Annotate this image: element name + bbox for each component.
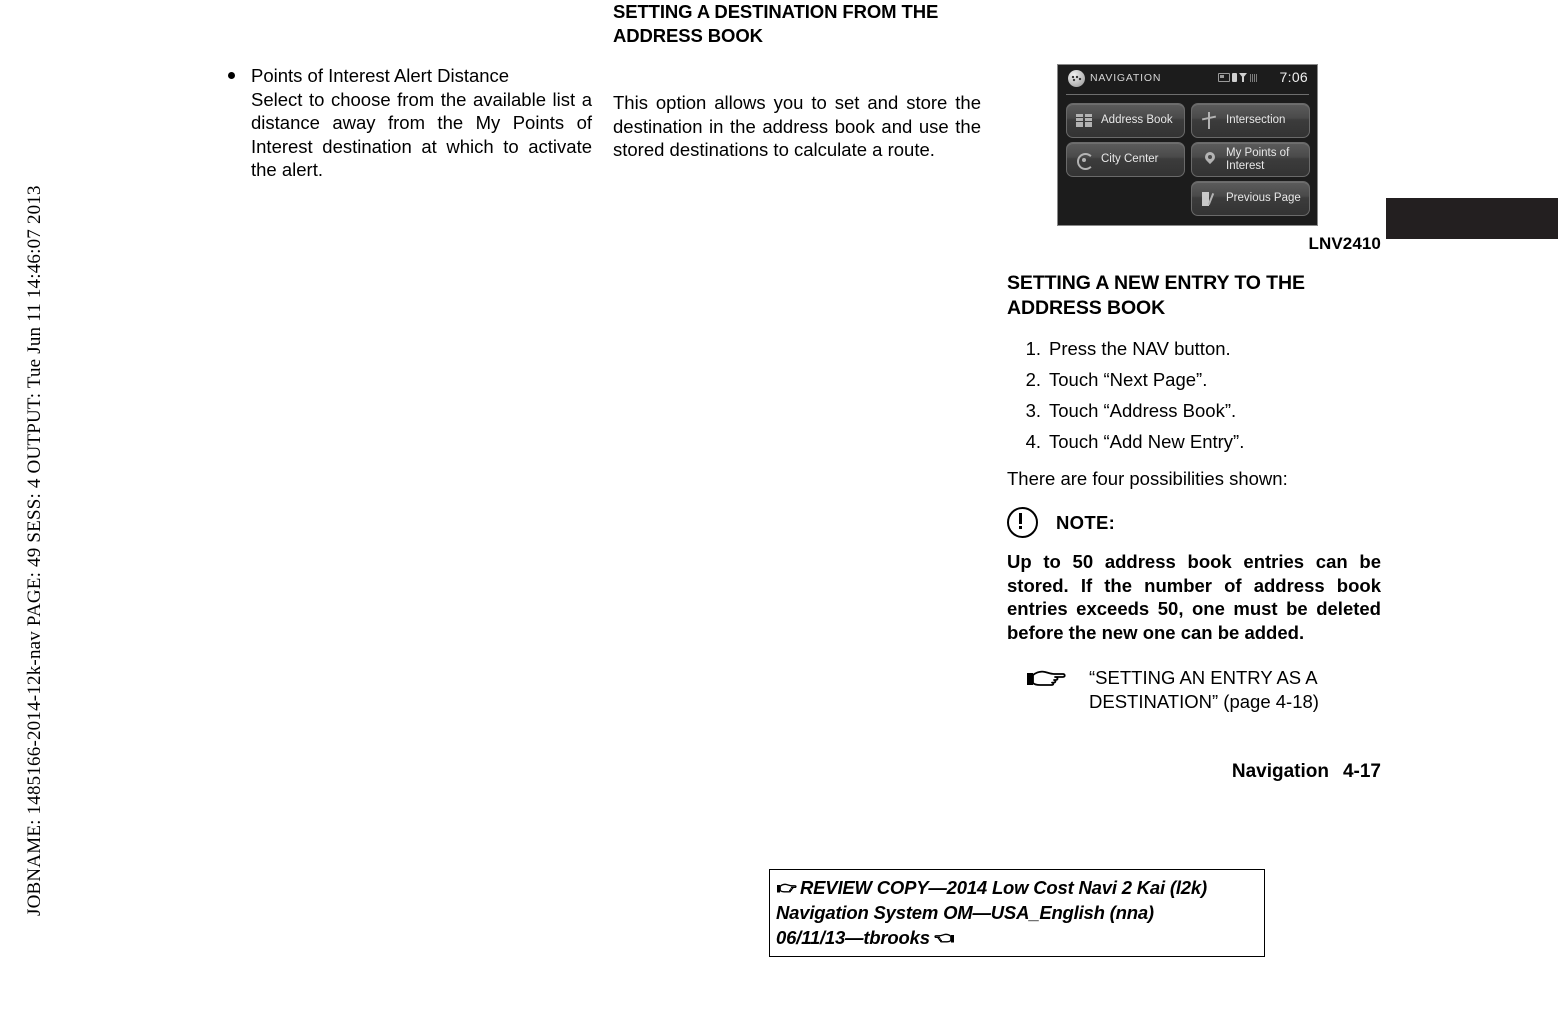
nav-button-previous-page[interactable]: Previous Page bbox=[1191, 181, 1310, 216]
nav-screen-body: Address Book Intersection City Center My… bbox=[1058, 97, 1317, 225]
bullet-title: Points of Interest Alert Distance bbox=[251, 65, 510, 86]
page-footer: Navigation 4-17 bbox=[1007, 761, 1381, 783]
phone-icon bbox=[1232, 73, 1237, 82]
navigation-screen-figure: NAVIGATION 7:06 Address Book Intersectio… bbox=[1057, 64, 1318, 226]
list-item: Touch “Next Page”. bbox=[1021, 368, 1208, 391]
bullet-dot-icon bbox=[228, 72, 235, 79]
column-two: SETTING A DESTINATION FROM THE ADDRESS B… bbox=[613, 0, 981, 162]
review-text-3: 06/11/13—tbrooks bbox=[776, 927, 930, 948]
city-center-icon bbox=[1075, 150, 1095, 170]
section-body-text: This option allows you to set and store … bbox=[613, 92, 981, 160]
nav-button-label: Previous Page bbox=[1226, 192, 1301, 204]
jobname-strip: JOBNAME: 1485166-2014-12k-nav PAGE: 49 S… bbox=[24, 185, 45, 916]
exclamation-circle-icon bbox=[1007, 507, 1038, 539]
review-text-1: REVIEW COPY—2014 Low Cost Navi 2 Kai (l2… bbox=[800, 877, 1207, 898]
nav-button-label: Address Book bbox=[1101, 114, 1173, 126]
page-number: 4-17 bbox=[1342, 761, 1381, 783]
navigation-logo-icon bbox=[1068, 70, 1085, 87]
procedure-steps-list: Press the NAV button. Touch “Next Page”.… bbox=[1007, 337, 1381, 453]
footer-section-label: Navigation bbox=[1231, 761, 1329, 783]
nav-button-label: My Points of Interest bbox=[1226, 146, 1290, 172]
review-text-2: Navigation System OM—USA_English (nna) bbox=[776, 902, 1154, 923]
review-copy-box: REVIEW COPY—2014 Low Cost Navi 2 Kai (l2… bbox=[769, 869, 1265, 957]
nav-button-my-points-of-interest[interactable]: My Points of Interest bbox=[1191, 142, 1310, 177]
nav-button-label: City Center bbox=[1101, 153, 1159, 165]
previous-page-icon bbox=[1200, 189, 1220, 209]
note-header-row: NOTE: bbox=[1007, 507, 1381, 539]
nav-button-address-book[interactable]: Address Book bbox=[1066, 103, 1185, 138]
section-heading-new-entry-address-book: SETTING A NEW ENTRY TO THE ADDRESS BOOK bbox=[1007, 272, 1305, 319]
figure-caption: LNV2410 bbox=[1308, 234, 1381, 253]
pointing-hand-icon bbox=[1025, 668, 1067, 690]
nav-screen-title: NAVIGATION bbox=[1090, 72, 1162, 84]
column-one: Points of Interest Alert Distance Select… bbox=[226, 64, 592, 182]
list-item: Touch “Add New Entry”. bbox=[1021, 430, 1245, 453]
section-heading-destination-from-address-book: SETTING A DESTINATION FROM THE ADDRESS B… bbox=[613, 1, 939, 46]
pointing-hand-right-icon bbox=[776, 876, 797, 893]
bullet-item-poi-alert-distance: Points of Interest Alert Distance Select… bbox=[226, 64, 592, 182]
signal-icon bbox=[1239, 73, 1248, 82]
nav-button-city-center[interactable]: City Center bbox=[1066, 142, 1185, 177]
review-line-3: 06/11/13—tbrooks bbox=[776, 925, 1260, 950]
thumb-tab-marker bbox=[1386, 198, 1558, 239]
column-three: NAVIGATION 7:06 Address Book Intersectio… bbox=[1007, 64, 1381, 783]
pointing-hand-left-icon bbox=[934, 926, 955, 943]
cross-reference-text: “SETTING AN ENTRY AS A DESTINATION” (pag… bbox=[1089, 667, 1319, 712]
intersection-icon bbox=[1200, 111, 1220, 131]
note-body-text: Up to 50 address book entries can be sto… bbox=[1007, 551, 1381, 643]
map-pin-icon bbox=[1200, 150, 1220, 170]
nav-screen-header: NAVIGATION 7:06 bbox=[1066, 68, 1309, 95]
cross-reference-row: “SETTING AN ENTRY AS A DESTINATION” (pag… bbox=[1007, 666, 1381, 713]
battery-icon bbox=[1218, 73, 1230, 82]
possibilities-text: There are four possibilities shown: bbox=[1007, 468, 1288, 490]
list-item: Press the NAV button. bbox=[1021, 337, 1231, 360]
note-label: NOTE: bbox=[1056, 511, 1116, 533]
bullet-body: Select to choose from the available list… bbox=[251, 88, 592, 181]
list-item: Touch “Address Book”. bbox=[1021, 399, 1237, 422]
signal-bars-icon bbox=[1250, 73, 1257, 82]
nav-button-intersection[interactable]: Intersection bbox=[1191, 103, 1310, 138]
review-line-1: REVIEW COPY—2014 Low Cost Navi 2 Kai (l2… bbox=[776, 875, 1260, 900]
address-book-icon bbox=[1075, 110, 1095, 131]
nav-status-icons bbox=[1218, 73, 1257, 82]
nav-button-label: Intersection bbox=[1226, 114, 1286, 126]
nav-clock: 7:06 bbox=[1279, 69, 1308, 85]
review-line-2: Navigation System OM—USA_English (nna) bbox=[776, 900, 1260, 925]
